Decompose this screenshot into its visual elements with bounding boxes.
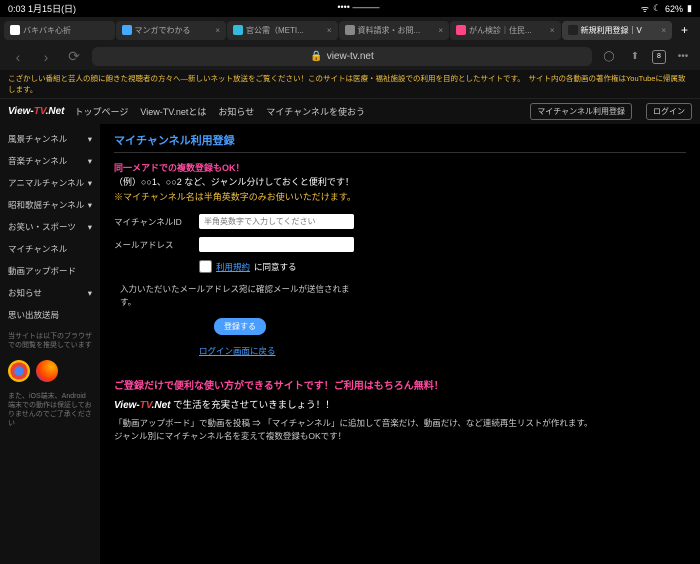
site-logo[interactable]: View-TV.Net [8,106,65,117]
tab-label: バキバキ心折 [23,25,71,36]
firefox-icon[interactable] [36,360,58,382]
tab-3[interactable]: 資料請求・お問... × [339,21,450,40]
id-input[interactable] [199,214,354,229]
chevron-down-icon: ▾ [88,178,92,189]
close-icon[interactable]: × [327,26,332,35]
back-button[interactable]: ‹ [8,49,28,65]
tab-label: 官公需（METI... [246,25,304,36]
footer-headline: ご登録だけで便利な使い方ができるサイトです！ご利用はもちろん無料！ [114,377,686,392]
terms-link[interactable]: 利用規約 [216,261,250,273]
sidebar-item-scenery[interactable]: 風景チャンネル▾ [0,128,100,150]
footer-l3: 「動画アップボード」で動画を投稿 ⇒ 「マイチャンネル」に追加して音楽だけ、動画… [114,417,686,430]
favicon [122,25,132,35]
desc-line3: ※マイチャンネル名は半角英数字のみお使いいただけます。 [114,190,686,204]
login-button[interactable]: ログイン [646,103,692,120]
chevron-down-icon: ▾ [88,134,92,145]
page-title: マイチャンネル利用登録 [114,132,686,153]
footer-l4: ジャンル別にマイチャンネル名を変えて複数登録もOKです！ [114,430,686,443]
chevron-down-icon: ▾ [88,200,92,211]
mic-icon[interactable]: ◯ [600,51,618,62]
tab-label: がん検診｜住民... [469,25,532,36]
footer-logo: View-TV.Net [114,400,171,411]
close-icon[interactable]: × [438,26,443,35]
mail-label: メールアドレス [114,239,189,251]
nav-about[interactable]: View-TV.netとは [140,105,206,118]
sidebar-item-news[interactable]: お知らせ▾ [0,282,100,304]
tab-1[interactable]: マンガでわかる × [116,21,227,40]
tab-0[interactable]: バキバキ心折 [4,21,115,40]
sidebar-item-comedy[interactable]: お笑い・スポーツ▾ [0,216,100,238]
favicon [10,25,20,35]
lock-icon: 🔒 [310,51,322,62]
browser-note: 当サイトは以下のブラウザでの閲覧を推奨しています [0,326,100,356]
moon-icon: ☾ [653,3,661,14]
mail-input[interactable] [199,237,354,252]
register-button[interactable]: マイチャンネル利用登録 [530,103,632,120]
tab-4[interactable]: がん検診｜住民... × [450,21,561,40]
device-note: また、iOS端末、Android端末での動作は保証しておりませんのでご了承くださ… [0,386,100,434]
chevron-down-icon: ▾ [88,288,92,299]
close-icon[interactable]: × [550,26,555,35]
favicon [568,25,578,35]
favicon [456,25,466,35]
desc-line2: （例）○○1、○○2 など、ジャンル分けしておくと便利です！ [114,175,686,189]
more-button[interactable]: ••• [674,51,692,62]
browser-tabs: バキバキ心折 マンガでわかる × 官公需（METI... × 資料請求・お問... ×… [0,17,700,43]
favicon [233,25,243,35]
footer-l2: で生活を充実させていきましょう！！ [171,400,335,411]
tab-2[interactable]: 官公需（METI... × [227,21,338,40]
time: 0:03 [8,4,26,14]
date: 1月15日(日) [28,4,76,14]
sidebar-item-memory[interactable]: 思い出放送局 [0,304,100,326]
sidebar: 風景チャンネル▾ 音楽チャンネル▾ アニマルチャンネル▾ 昭和歌謡チャンネル▾ … [0,124,100,564]
sidebar-item-my[interactable]: マイチャンネル [0,238,100,260]
sidebar-item-upload[interactable]: 動画アップボード [0,260,100,282]
chevron-down-icon: ▾ [88,222,92,233]
sidebar-item-animal[interactable]: アニマルチャンネル▾ [0,172,100,194]
tab-count-button[interactable]: 8 [652,50,666,64]
close-icon[interactable]: × [661,26,666,35]
tab-label: 資料請求・お問... [358,25,421,36]
nav-news[interactable]: お知らせ [218,105,254,118]
mail-note2: す。 [120,296,686,308]
close-icon[interactable]: × [215,26,220,35]
new-tab-button[interactable]: + [673,19,696,41]
nav-mychannel[interactable]: マイチャンネルを使おう [266,105,365,118]
forward-button[interactable]: › [36,49,56,65]
sidebar-item-music[interactable]: 音楽チャンネル▾ [0,150,100,172]
chevron-down-icon: ▾ [88,156,92,167]
id-label: マイチャンネルID [114,216,189,228]
share-button[interactable]: ⬆ [626,51,644,62]
login-link[interactable]: ログイン画面に戻る [199,345,686,357]
site-banner: こざかしい番組と芸人の顔に飽きた視聴者の方々へ—新しいネット放送をご覧ください！… [0,70,700,99]
battery-icon: ▮ [687,3,692,14]
reload-button[interactable]: ⟳ [64,48,84,65]
battery: 62% [665,4,683,14]
address-bar[interactable]: 🔒 view-tv.net [92,47,592,66]
notch: •••• ——— [337,2,379,15]
mail-note: 入力いただいたメールアドレス宛に確認メールが送信されま [120,283,686,295]
wifi-icon: ᯤ [641,2,649,15]
nav-top[interactable]: トップページ [75,105,129,118]
terms-text: に同意する [254,261,297,273]
desc-line1: 同一メアドでの複数登録もOK！ [114,161,686,175]
favicon [345,25,355,35]
sidebar-item-showa[interactable]: 昭和歌謡チャンネル▾ [0,194,100,216]
tab-label: マンガでわかる [135,25,191,36]
tab-label: 新規利用登録｜V [581,25,642,36]
terms-checkbox[interactable] [199,260,212,273]
submit-button[interactable]: 登録する [214,318,266,335]
chrome-icon[interactable] [8,360,30,382]
url-text: view-tv.net [327,51,374,62]
tab-5[interactable]: 新規利用登録｜V × [562,21,673,40]
